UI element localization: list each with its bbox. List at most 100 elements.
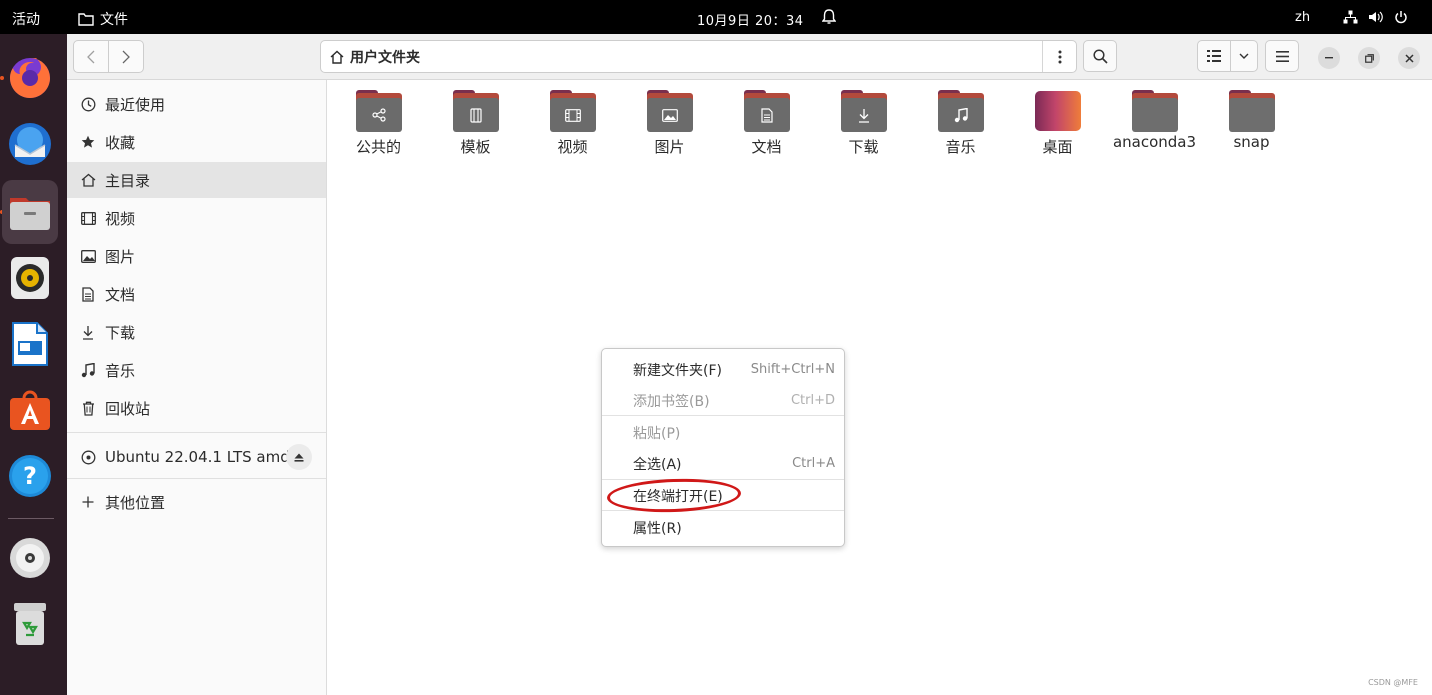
sidebar-item-videos[interactable]: 视频 — [67, 200, 326, 236]
thunderbird-icon[interactable] — [6, 120, 54, 168]
header-bar: 用户文件夹 — [67, 34, 1432, 80]
svg-text:?: ? — [23, 462, 37, 490]
sidebar-item-label: 主目录 — [105, 171, 151, 190]
libreoffice-writer-icon[interactable] — [6, 320, 54, 368]
main-menu-button[interactable] — [1265, 40, 1299, 72]
folder-item[interactable]: snap — [1203, 90, 1300, 151]
close-button[interactable] — [1398, 47, 1420, 69]
folder-icon — [78, 13, 94, 26]
breadcrumb[interactable]: 用户文件夹 — [321, 47, 420, 67]
folder-item[interactable]: 音乐 — [912, 90, 1009, 157]
folder-label: 模板 — [460, 138, 491, 156]
sidebar-item-label: 其他位置 — [105, 493, 166, 512]
folder-item[interactable]: 桌面 — [1009, 90, 1106, 157]
search-icon — [1092, 48, 1108, 64]
path-label: 用户文件夹 — [350, 49, 420, 66]
network-icon — [1343, 10, 1358, 24]
image-icon — [80, 248, 96, 264]
chevron-down-icon — [1239, 53, 1249, 59]
folder-item[interactable]: 视频 — [524, 90, 621, 157]
download-icon — [80, 324, 96, 340]
sidebar-item-label: 图片 — [105, 247, 136, 266]
view-options-button[interactable] — [1231, 41, 1257, 71]
menu-item-open-in-terminal[interactable]: 在终端打开(E) — [602, 480, 844, 511]
rhythmbox-icon[interactable] — [6, 254, 54, 302]
menu-item-label: 粘贴(P) — [633, 425, 681, 442]
file-view[interactable]: 公共的 模板 视频 图片 文档 下载 音乐 桌面 anaconda3 snap — [328, 80, 1432, 695]
watermark: CSDN @MFE — [1368, 678, 1418, 687]
menu-item-add-bookmark: 添加书签(B) Ctrl+D — [602, 385, 844, 416]
sidebar: 最近使用 收藏 主目录 视频 图片 文档 下载 音乐 回收站 Ubuntu 22… — [67, 80, 327, 695]
sidebar-divider — [67, 432, 326, 433]
music-icon — [80, 362, 96, 378]
ubuntu-software-icon[interactable] — [6, 386, 54, 434]
folder-item[interactable]: 文档 — [718, 90, 815, 157]
sidebar-item-starred[interactable]: 收藏 — [67, 124, 326, 160]
clock[interactable]: 10月9日 20：34 — [697, 10, 804, 29]
sidebar-item-recent[interactable]: 最近使用 — [67, 86, 326, 122]
path-bar[interactable]: 用户文件夹 — [320, 40, 1077, 73]
sidebar-item-label: 下载 — [105, 323, 136, 342]
folder-label: 音乐 — [945, 138, 976, 156]
trash-icon[interactable] — [6, 600, 54, 648]
sidebar-item-pictures[interactable]: 图片 — [67, 238, 326, 274]
chevron-left-icon — [87, 50, 95, 63]
back-button[interactable] — [74, 41, 108, 72]
context-menu: 新建文件夹(F) Shift+Ctrl+N 添加书签(B) Ctrl+D 粘贴(… — [601, 348, 845, 547]
folder-label: 图片 — [654, 138, 685, 156]
system-tray[interactable] — [1343, 10, 1408, 24]
list-view-button[interactable] — [1198, 41, 1232, 71]
sidebar-item-documents[interactable]: 文档 — [67, 276, 326, 312]
trash-icon — [80, 400, 96, 416]
dock: ? — [0, 34, 67, 695]
sidebar-item-other-locations[interactable]: 其他位置 — [67, 484, 326, 520]
menu-separator — [602, 415, 844, 416]
menu-item-new-folder[interactable]: 新建文件夹(F) Shift+Ctrl+N — [602, 354, 844, 385]
folder-item[interactable]: 下载 — [815, 90, 912, 157]
dvd-icon[interactable] — [6, 534, 54, 582]
view-toggle[interactable] — [1197, 40, 1258, 72]
sidebar-item-home[interactable]: 主目录 — [67, 162, 326, 198]
sidebar-item-device[interactable]: Ubuntu 22.04.1 LTS amd64 — [67, 436, 326, 478]
app-menu[interactable]: 文件 — [78, 9, 128, 29]
sidebar-item-music[interactable]: 音乐 — [67, 352, 326, 388]
eject-icon — [294, 453, 304, 462]
activities-button[interactable]: 活动 — [12, 9, 40, 29]
files-icon[interactable] — [2, 180, 58, 244]
forward-button[interactable] — [108, 41, 143, 72]
music-icon — [937, 90, 984, 132]
folder-item[interactable]: 模板 — [427, 90, 524, 157]
minimize-button[interactable] — [1318, 47, 1340, 69]
disc-icon — [80, 449, 96, 465]
sidebar-item-label: 最近使用 — [105, 95, 166, 114]
firefox-icon[interactable] — [6, 54, 54, 102]
menu-item-select-all[interactable]: 全选(A) Ctrl+A — [602, 448, 844, 479]
folder-item[interactable]: 公共的 — [330, 90, 427, 157]
sidebar-item-downloads[interactable]: 下载 — [67, 314, 326, 350]
folder-item[interactable]: 图片 — [621, 90, 718, 157]
plus-icon — [80, 494, 96, 510]
path-menu-button[interactable] — [1042, 41, 1076, 72]
maximize-button[interactable] — [1358, 47, 1380, 69]
vertical-dots-icon — [1058, 50, 1061, 63]
star-icon — [80, 134, 96, 150]
sidebar-item-trash[interactable]: 回收站 — [67, 390, 326, 426]
menu-item-label: 在终端打开(E) — [633, 488, 723, 505]
download-icon — [840, 90, 887, 132]
input-method[interactable]: zh — [1295, 10, 1310, 25]
sidebar-divider — [67, 478, 326, 479]
menu-item-properties[interactable]: 属性(R) — [602, 512, 844, 543]
search-button[interactable] — [1083, 40, 1117, 72]
folder-item[interactable]: anaconda3 — [1106, 90, 1203, 151]
menu-item-accelerator: Ctrl+A — [792, 456, 835, 471]
help-icon[interactable]: ? — [6, 452, 54, 500]
home-icon — [80, 172, 96, 188]
power-icon — [1395, 11, 1407, 24]
menu-item-accelerator: Ctrl+D — [790, 393, 835, 408]
document-icon — [80, 286, 96, 302]
eject-button[interactable] — [286, 444, 312, 470]
folder-label: anaconda3 — [1112, 133, 1197, 151]
home-icon — [330, 50, 344, 64]
bell-icon[interactable] — [821, 9, 837, 29]
template-icon — [452, 90, 499, 132]
